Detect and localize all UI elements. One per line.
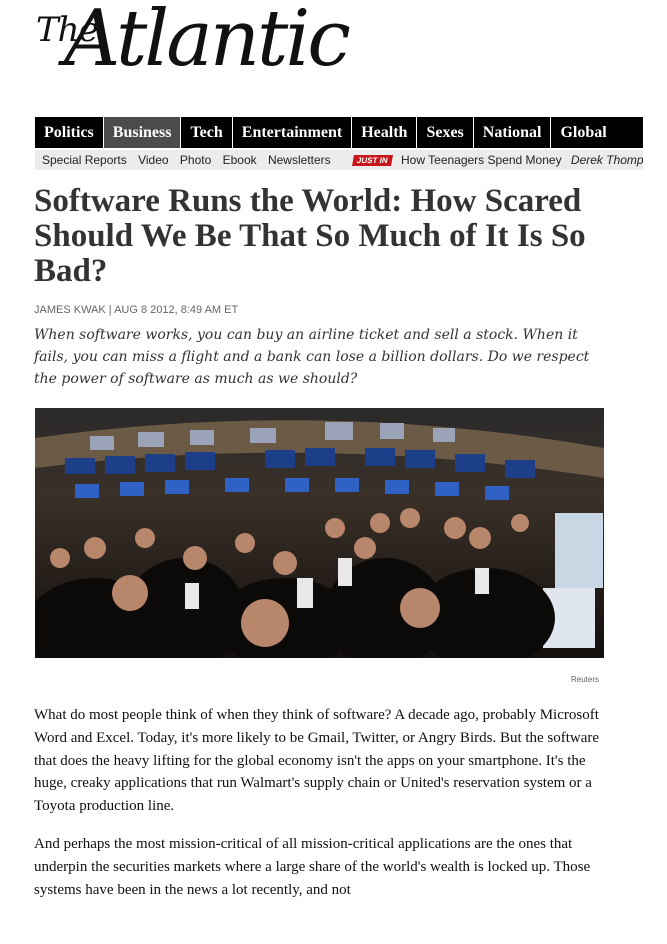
article-dek: When software works, you can buy an airl… [34,327,590,387]
article-title: Software Runs the World: How Scared Shou… [34,183,586,289]
trading-floor-photo [35,408,604,658]
subnav-video[interactable]: Video [138,150,168,170]
just-in-badge: JUST IN [352,155,393,167]
article-byline: JAMES KWAK | AUG 8 2012, 8:49 AM ET [34,304,239,316]
main-nav: Politics Business Tech Entertainment Health S… [35,117,643,148]
atlantic-logo[interactable]: The Atlantic [36,0,351,106]
article-paragraph: And perhaps the most mission-critical of… [34,835,591,898]
nav-item-national[interactable]: National [474,117,552,148]
sub-nav: Special Reports Video Photo Ebook Newsle… [35,150,643,170]
article-paragraph: What do most people think of when they t… [34,707,600,815]
nav-item-health[interactable]: Health [352,117,418,148]
subnav-ebook[interactable]: Ebook [223,150,257,170]
nav-item-business[interactable]: Business [103,117,182,148]
subnav-newsletters[interactable]: Newsletters [268,150,331,170]
nav-item-tech[interactable]: Tech [181,117,233,148]
subnav-photo[interactable]: Photo [180,150,211,170]
nav-item-entertainment[interactable]: Entertainment [233,117,353,148]
subnav-special-reports[interactable]: Special Reports [42,150,127,170]
photo-credit: Reuters [571,675,600,684]
just-in-headline-link[interactable]: How Teenagers Spend Money [401,150,562,170]
nav-item-sexes[interactable]: Sexes [417,117,474,148]
logo-atlantic: Atlantic [64,0,351,84]
article-body: What do most people think of when they t… [34,704,619,916]
nav-item-politics[interactable]: Politics [35,117,104,148]
nav-item-global[interactable]: Global [551,117,615,148]
just-in-author[interactable]: Derek Thompson [571,150,643,170]
